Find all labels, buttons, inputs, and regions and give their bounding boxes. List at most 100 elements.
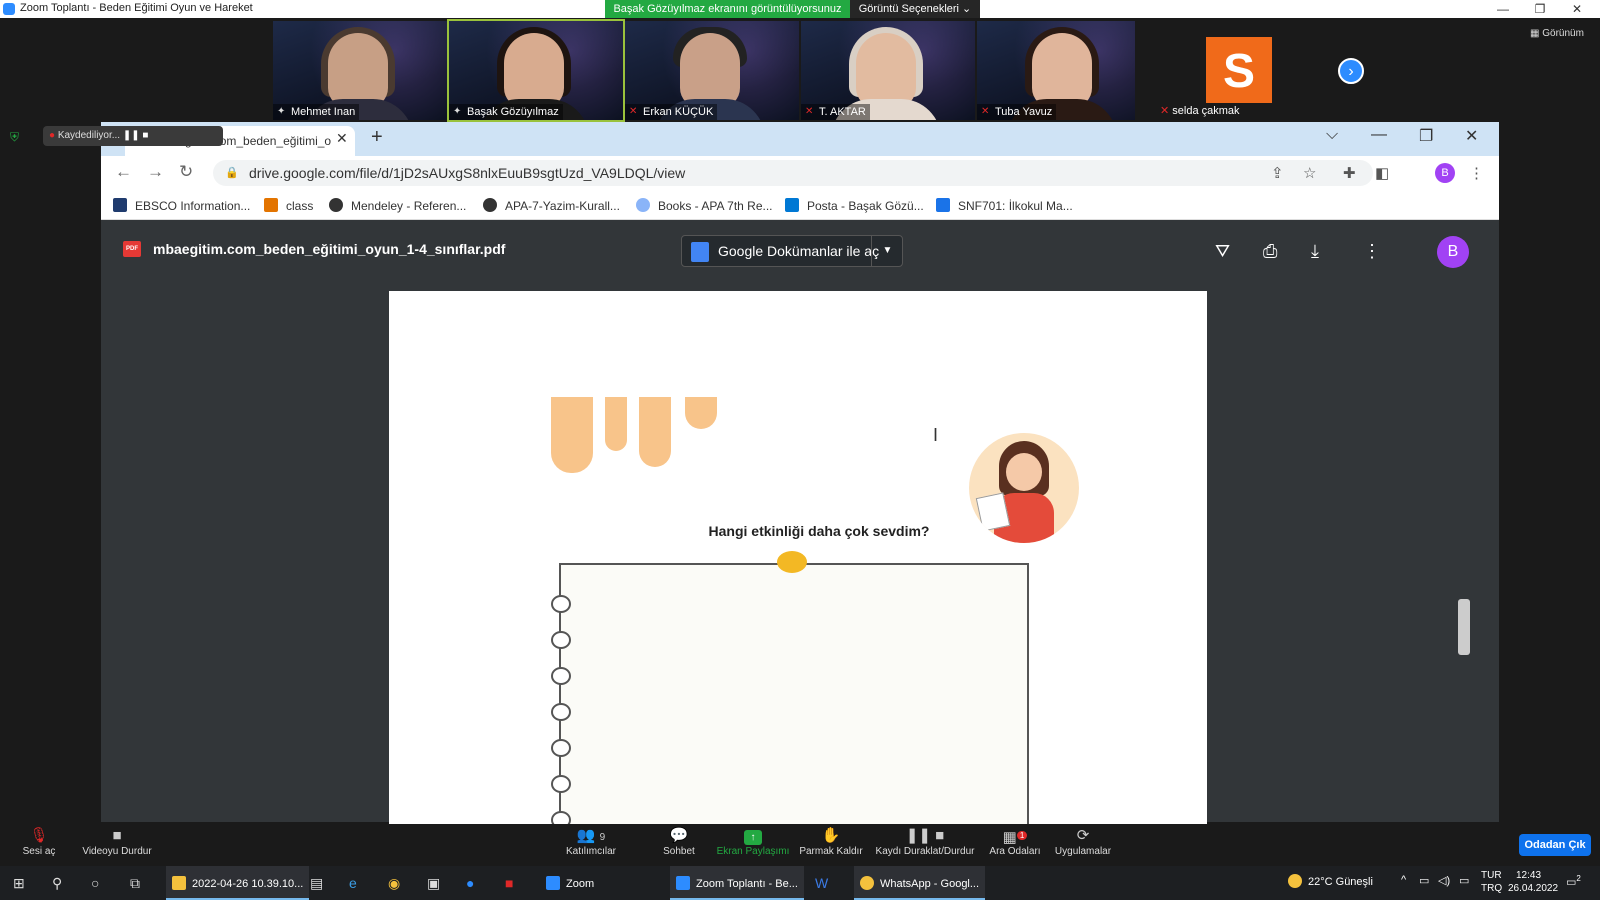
chevron-down-icon[interactable]: ▼ (871, 235, 903, 267)
add-to-drive-icon[interactable]: ⛛ (1215, 241, 1230, 262)
restore-button[interactable]: ❐ (1525, 0, 1555, 18)
close-button[interactable]: ✕ (1465, 126, 1478, 146)
security-shield-icon: ⛨ (10, 130, 20, 144)
volume-icon[interactable]: ◁) (1438, 874, 1450, 887)
stop-video-button[interactable]: ■ Videoyu Durdur (72, 826, 162, 857)
calculator-icon[interactable]: ▤ (310, 875, 323, 892)
share-arrow-icon: ↑ (744, 830, 762, 845)
extensions-icon[interactable]: ✚ (1343, 164, 1356, 182)
participant-tile[interactable]: ✕ Erkan KÜÇÜK (625, 21, 799, 120)
outlook-icon (785, 198, 799, 212)
classroom-icon (264, 198, 278, 212)
bip-icon[interactable]: ● (466, 875, 474, 891)
profile-avatar[interactable]: B (1435, 163, 1455, 183)
photos-icon[interactable]: ▣ (427, 875, 440, 892)
pause-icon[interactable]: ❚❚ ■ (123, 130, 149, 141)
task-view-icon[interactable]: ⧉ (130, 875, 140, 892)
windows-taskbar: ⊞ ⚲ ○ ⧉ 2022-04-26 10.39.10... ▤ e ◉ ▣ ●… (0, 866, 1600, 900)
taskbar-zoom-meeting[interactable]: Zoom Toplantı - Be... (670, 866, 804, 900)
more-options-icon[interactable]: ⋮ (1363, 241, 1381, 262)
recording-indicator[interactable]: ● Kaydediliyor... ❚❚ ■ (43, 126, 223, 146)
bookmark-item[interactable]: Books - APA 7th Re... (636, 198, 773, 213)
share-screen-button[interactable]: ↑ Ekran Paylaşımı (708, 826, 798, 857)
battery-icon[interactable]: ▭ (1419, 874, 1429, 887)
hand-icon: ✋ (821, 827, 841, 844)
view-options-button[interactable]: Görüntü Seçenekleri ⌄ (850, 0, 980, 18)
mendeley-icon (329, 198, 343, 212)
bookmark-item[interactable]: Posta - Başak Gözü... (785, 198, 924, 213)
bookmark-item[interactable]: APA-7-Yazim-Kurall... (483, 198, 620, 213)
network-icon[interactable]: ▭ (1459, 874, 1469, 887)
chrome-icon[interactable]: ◉ (388, 875, 400, 892)
muted-mic-icon: ✕ (981, 106, 990, 117)
taskbar-whatsapp[interactable]: WhatsApp - Googl... (854, 866, 986, 900)
scrollbar-thumb[interactable] (1458, 599, 1470, 655)
participants-button[interactable]: 👥 9 Katılımcılar (546, 826, 636, 857)
leave-room-button[interactable]: Odadan Çık (1519, 834, 1591, 856)
open-with-docs-button[interactable]: Google Dokümanlar ile aç (681, 235, 903, 267)
screen-share-banner: Başak Gözüyılmaz ekranını görüntülüyorsu… (605, 0, 850, 18)
office-icon[interactable]: ■ (505, 875, 513, 891)
notifications-icon[interactable]: ▭2 (1566, 874, 1581, 889)
close-button[interactable]: ✕ (1562, 0, 1592, 18)
gallery-view-button[interactable]: ▦ Görünüm (1530, 28, 1584, 39)
bookmark-item[interactable]: EBSCO Information... (113, 198, 250, 213)
cortana-icon[interactable]: ○ (91, 875, 99, 891)
globe-icon (483, 198, 497, 212)
reload-icon[interactable]: ↻ (179, 162, 193, 182)
taskbar-zoom[interactable]: Zoom (540, 866, 600, 900)
restore-button[interactable]: ❐ (1419, 126, 1433, 146)
decorative-drip (639, 397, 671, 467)
participant-tile[interactable]: ✕ T. AKTAR (801, 21, 975, 120)
edge-icon[interactable]: e (349, 875, 357, 891)
account-avatar[interactable]: B (1437, 236, 1469, 268)
address-bar[interactable]: drive.google.com/file/d/1jD2sAUxgS8nlxEu… (213, 160, 1373, 186)
participant-name: ✕ selda çakmak (1160, 105, 1240, 117)
download-icon[interactable]: ⤓ (1311, 241, 1319, 262)
search-icon[interactable]: ⚲ (52, 875, 62, 892)
muted-mic-icon: ✕ (1160, 105, 1173, 117)
forward-arrow-icon[interactable]: → (147, 162, 164, 182)
menu-kebab-icon[interactable]: ⋮ (1469, 164, 1484, 182)
language-indicator[interactable]: TUR (1481, 870, 1502, 881)
lock-icon[interactable]: 🔒 (225, 166, 239, 179)
people-icon: 👥 9 (576, 827, 606, 844)
raise-hand-button[interactable]: ✋ Parmak Kaldır (786, 826, 876, 857)
side-panel-icon[interactable]: ◧ (1375, 164, 1389, 182)
notepad-illustration (551, 563, 1029, 831)
bookmark-item[interactable]: Mendeley - Referen... (329, 198, 466, 213)
pin-icon: ✦ (453, 106, 462, 117)
chevron-up-icon[interactable]: ^ (1401, 874, 1406, 886)
word-icon[interactable]: W (815, 875, 828, 891)
clock-time[interactable]: 12:43 (1516, 870, 1541, 881)
tab-close-icon[interactable]: ✕ (336, 130, 348, 147)
next-page-arrow-icon[interactable]: › (1338, 58, 1364, 84)
pin-icon: ✦ (277, 106, 286, 117)
tab-search-icon[interactable]: ⌵ (1326, 126, 1338, 144)
clock-date[interactable]: 26.04.2022 (1508, 883, 1558, 894)
minimize-button[interactable]: — (1371, 126, 1387, 144)
print-icon[interactable]: ⎙ (1263, 241, 1277, 262)
back-arrow-icon[interactable]: ← (115, 162, 132, 182)
taskbar-folder[interactable]: 2022-04-26 10.39.10... (166, 866, 310, 900)
star-icon[interactable]: ☆ (1303, 164, 1316, 182)
bookmark-item[interactable]: SNF701: İlkokul Ma... (936, 198, 1073, 213)
pdf-header: PDF mbaegitim.com_beden_eğitimi_oyun_1-4… (101, 221, 1499, 277)
pdf-file-icon: PDF (123, 241, 141, 257)
weather-text[interactable]: 22°C Güneşli (1308, 876, 1373, 888)
text-cursor-icon: I (933, 425, 939, 445)
apps-button[interactable]: ⟳ Uygulamalar (1038, 826, 1128, 857)
new-tab-button[interactable]: + (371, 126, 383, 149)
pdf-viewer: PDF mbaegitim.com_beden_eğitimi_oyun_1-4… (101, 221, 1499, 831)
bookmark-item[interactable]: class (264, 198, 313, 213)
record-control-button[interactable]: ❚❚ ■ Kaydı Duraklat/Durdur (865, 826, 985, 857)
folder-icon (172, 876, 186, 890)
participant-tile[interactable]: ✦ Başak Gözüyılmaz (447, 19, 625, 122)
participant-tile[interactable]: ✦ Mehmet Inan (273, 21, 447, 120)
share-icon[interactable]: ⇪ (1271, 164, 1284, 182)
windows-start-icon[interactable]: ⊞ (13, 875, 25, 892)
participant-tile[interactable]: ✕ Tuba Yavuz (977, 21, 1151, 120)
pdf-filename: mbaegitim.com_beden_eğitimi_oyun_1-4_sın… (153, 241, 506, 257)
minimize-button[interactable]: — (1488, 0, 1518, 18)
keyboard-layout[interactable]: TRQ (1481, 883, 1502, 894)
